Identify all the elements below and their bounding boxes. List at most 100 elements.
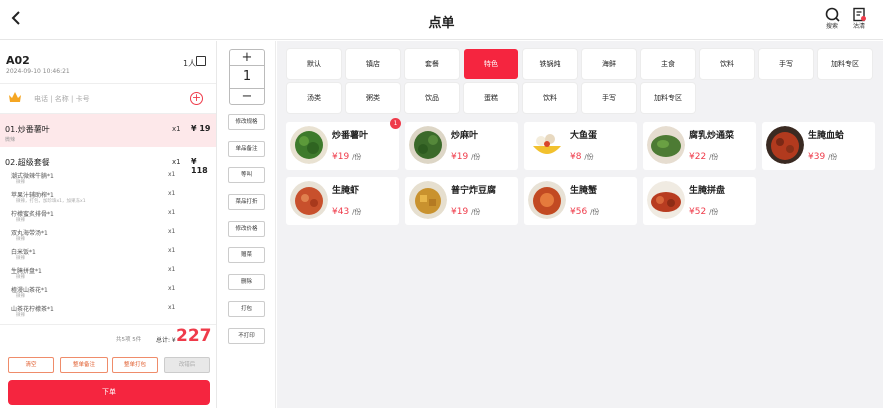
dish-name: 大鱼蛋 [570, 131, 598, 141]
action-column: + 1 − 修改规格 单品备注 等叫 菜品打折 修改价格 赠菜 删除 打包 不打… [218, 41, 276, 408]
combo-sub-note: 微辣 [16, 313, 25, 318]
order-note-button[interactable]: 整单备注 [60, 357, 108, 373]
dish-price: ¥19 /份 [451, 152, 481, 162]
combo-sub-qty: x1 [168, 190, 176, 197]
dish-price: ¥22 /份 [689, 152, 719, 162]
category-tab[interactable]: 饮料 [700, 49, 754, 79]
total-amount: 227 [176, 326, 212, 346]
dish-card[interactable]: 生腌拼盘 ¥52 /份 [643, 177, 756, 225]
dish-name: 生腌蟹 [570, 186, 598, 196]
divider [0, 83, 216, 84]
quantity-stepper: + 1 − [229, 49, 265, 105]
category-tab[interactable]: 饮品 [405, 83, 459, 113]
order-time: 2024-09-10 10:46:21 [6, 68, 70, 75]
member-search[interactable]: 电话 | 名称 | 卡号 + [6, 88, 211, 110]
add-member-icon[interactable]: + [190, 92, 203, 105]
dish-count-badge: 1 [390, 118, 401, 129]
decrement-button[interactable]: − [230, 88, 264, 104]
dish-price: ¥43 /份 [332, 207, 362, 217]
dish-image [409, 181, 447, 219]
search-button[interactable]: 搜索 [821, 7, 843, 31]
dish-image [290, 126, 328, 164]
category-tab[interactable]: 海鲜 [582, 49, 636, 79]
sold-out-label: 沽清 [852, 23, 865, 30]
modify-price-button[interactable]: 修改价格 [228, 221, 265, 237]
combo-sub-qty: x1 [168, 209, 176, 216]
dish-card[interactable]: 炒番薯叶 ¥19 /份 [286, 122, 399, 170]
category-tab[interactable]: 蛋糕 [464, 83, 518, 113]
category-tab[interactable]: 粥类 [346, 83, 400, 113]
category-tab[interactable]: 默认 [287, 49, 341, 79]
edit-icon[interactable] [196, 56, 206, 66]
sold-out-button[interactable]: 沽清 [848, 7, 870, 31]
dish-price: ¥52 /份 [689, 207, 719, 217]
clear-button[interactable]: 清空 [8, 357, 54, 373]
category-tab[interactable]: 套餐 [405, 49, 459, 79]
combo-sub-qty: x1 [168, 247, 176, 254]
combo-sub-qty: x1 [168, 285, 176, 292]
item-qty: x1 [172, 158, 181, 166]
dish-image [647, 181, 685, 219]
item-price: ¥ 118 [191, 157, 208, 175]
item-price: ¥ 19 [191, 124, 211, 133]
member-input[interactable]: 电话 | 名称 | 卡号 [34, 94, 90, 104]
pack-button[interactable]: 打包 [228, 301, 265, 317]
category-tab[interactable]: 汤类 [287, 83, 341, 113]
quantity-value[interactable]: 1 [230, 66, 264, 88]
delete-button[interactable]: 删除 [228, 274, 265, 290]
category-tab[interactable]: 手写 [582, 83, 636, 113]
dish-card[interactable]: 大鱼蛋 ¥8 /份 [524, 122, 637, 170]
dish-name: 炒番薯叶 [332, 131, 369, 141]
dish-name: 腐乳炒通菜 [689, 131, 735, 141]
category-tab[interactable]: 加料专区 [818, 49, 872, 79]
table-number: A02 [6, 54, 30, 67]
dish-card[interactable]: 普宁炸豆腐 ¥19 /份 [405, 177, 518, 225]
top-bar: 点单 搜索 沽清 [0, 0, 883, 40]
search-icon [821, 7, 843, 22]
disabled-button[interactable]: 改错后 [164, 357, 210, 373]
dish-price: ¥19 /份 [332, 152, 362, 162]
dish-card[interactable]: 生腌血蛤 ¥39 /份 [762, 122, 875, 170]
combo-sub-qty: x1 [168, 171, 176, 178]
clipboard-icon [848, 7, 870, 22]
order-item[interactable]: 02.超级套餐 x1 ¥ 118 潮式微辣牛腩*1 x1 微辣 苹果汁辅助榨*1… [0, 149, 216, 323]
order-pack-button[interactable]: 整单打包 [112, 357, 158, 373]
dish-card[interactable]: 炒麻叶 ¥19 /份 [405, 122, 518, 170]
gift-button[interactable]: 赠菜 [228, 247, 265, 263]
discount-button[interactable]: 菜品打折 [228, 194, 265, 210]
dish-card[interactable]: 生腌蟹 ¥56 /份 [524, 177, 637, 225]
submit-order-button[interactable]: 下单 [8, 380, 210, 405]
category-tab[interactable]: 饮料 [523, 83, 577, 113]
dish-name: 生腌血蛤 [808, 131, 845, 141]
combo-sub-note: 微辣 [16, 256, 25, 261]
dish-card[interactable]: 腐乳炒通菜 ¥22 /份 [643, 122, 756, 170]
item-name: 01.炒番薯叶 [5, 125, 50, 134]
dish-name: 生腌拼盘 [689, 186, 726, 196]
dish-price: ¥19 /份 [451, 207, 481, 217]
dish-price: ¥39 /份 [808, 152, 838, 162]
modify-spec-button[interactable]: 修改规格 [228, 114, 265, 130]
dish-name: 生腌虾 [332, 186, 360, 196]
order-item-selected[interactable]: 01.炒番薯叶 x1 ¥ 19 微辣 [0, 114, 216, 147]
combo-sub-note: 微辣 [16, 218, 25, 223]
search-label: 搜索 [825, 23, 838, 30]
dish-name: 普宁炸豆腐 [451, 186, 497, 196]
category-tab[interactable]: 镇店 [346, 49, 400, 79]
combo-sub-qty: x1 [168, 228, 176, 235]
item-note-button[interactable]: 单品备注 [228, 141, 265, 157]
dish-card[interactable]: 生腌虾 ¥43 /份 [286, 177, 399, 225]
category-tab-active[interactable]: 特色 [464, 49, 518, 79]
category-tab[interactable]: 铁锅炖 [523, 49, 577, 79]
dish-image [290, 181, 328, 219]
category-tab[interactable]: 手写 [759, 49, 813, 79]
category-tab[interactable]: 加料专区 [641, 83, 695, 113]
increment-button[interactable]: + [230, 50, 264, 66]
no-print-button[interactable]: 不打印 [228, 328, 265, 344]
people-count[interactable]: 1人 [183, 58, 196, 69]
dish-image [528, 181, 566, 219]
dish-image [528, 126, 566, 164]
category-tab[interactable]: 主食 [641, 49, 695, 79]
wait-call-button[interactable]: 等叫 [228, 167, 265, 183]
dish-name: 炒麻叶 [451, 131, 479, 141]
combo-sub-note: 微辣 [16, 237, 25, 242]
